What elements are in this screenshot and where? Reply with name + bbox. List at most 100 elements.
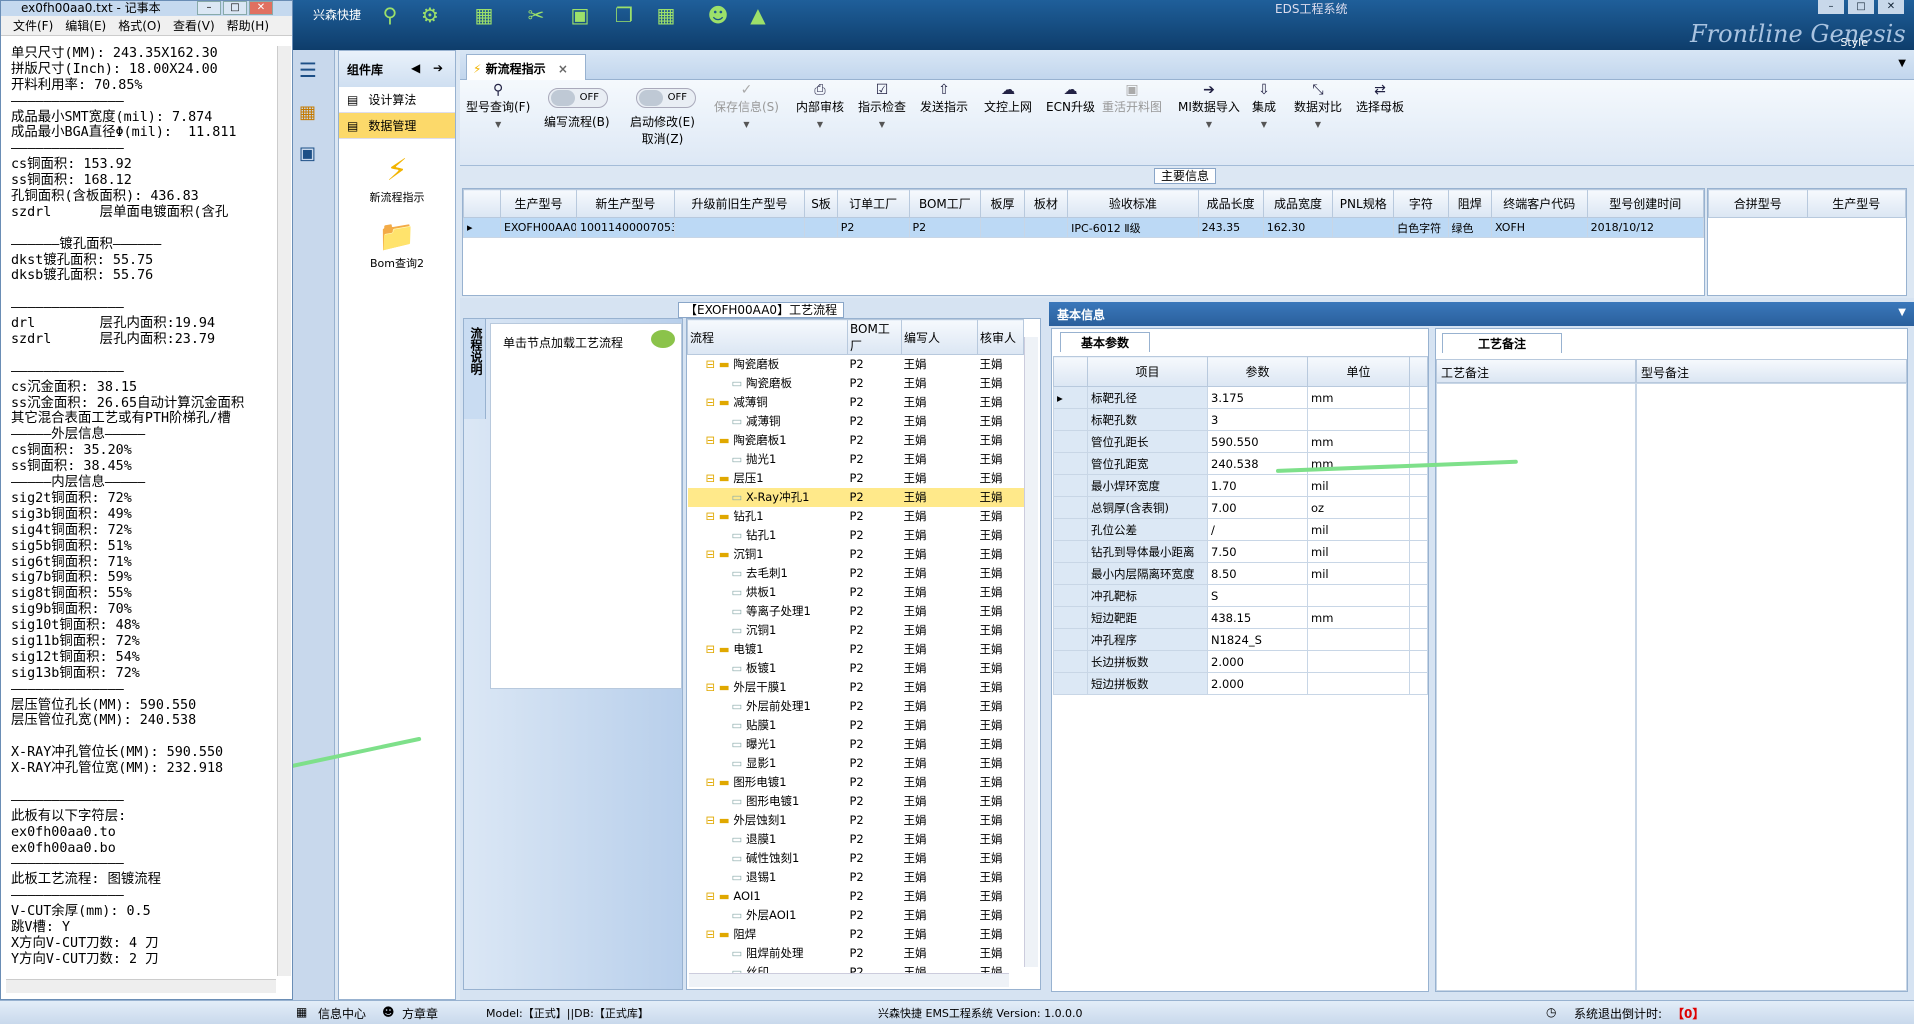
param-value[interactable]: / (1207, 518, 1308, 541)
tab-close-icon[interactable]: × (558, 62, 568, 76)
param-value[interactable]: S (1207, 584, 1308, 607)
copy-icon[interactable]: ❐ (610, 4, 638, 26)
column-header[interactable]: 字符 (1393, 189, 1449, 218)
column-header[interactable]: 成品长度 (1197, 189, 1264, 218)
param-row[interactable]: 最小内层隔离环宽度 8.50 mil (1053, 562, 1428, 585)
tree-row[interactable]: ⊟ ▬ 层压1 P2 王娟 王娟 (688, 469, 1024, 488)
instruction-check-button[interactable]: ☑ 指示检查 ▼ (858, 82, 906, 133)
column-header[interactable]: 型号创建时间 (1586, 189, 1705, 218)
info-center-link[interactable]: 信息中心 (318, 1005, 366, 1022)
table-icon[interactable]: ▦ (652, 4, 680, 26)
notepad-menu-item[interactable]: 帮助(H) (227, 16, 269, 35)
internal-review-button[interactable]: ⎙ 内部审核 ▼ (796, 82, 844, 133)
tab-basic-params[interactable]: 基本参数 (1060, 332, 1150, 352)
close-icon[interactable]: ✕ (1878, 0, 1904, 14)
table-cell[interactable] (980, 217, 1025, 238)
film-icon[interactable]: ▣ (566, 4, 594, 26)
table-cell[interactable]: 10011400007053 (576, 217, 675, 238)
column-header[interactable]: BOM工厂 (908, 189, 982, 218)
param-row[interactable]: ▸ 标靶孔径 3.175 mm (1053, 386, 1428, 409)
chevron-down-icon[interactable]: ▼ (1898, 307, 1906, 318)
integrate-button[interactable]: ⇩ 集成 ▼ (1252, 82, 1276, 133)
table-cell[interactable]: EXOFH00AA0 (499, 217, 578, 238)
param-value[interactable]: 2.000 (1207, 650, 1308, 673)
tree-row[interactable]: ⊟ ▬ 电镀1 P2 王娟 王娟 (688, 640, 1024, 659)
table-cell[interactable]: 白色字符 (1393, 217, 1449, 238)
search-icon[interactable]: ⚲ (376, 4, 404, 26)
table-cell[interactable]: XOFH (1490, 217, 1588, 238)
menu-icon[interactable]: ☰ (299, 58, 328, 82)
tree-row[interactable]: ⊟ ▬ 陶瓷磨板1 P2 王娟 王娟 (688, 431, 1024, 450)
mi-data-import-button[interactable]: ➔ MI数据导入 ▼ (1178, 82, 1240, 133)
table-cell[interactable] (673, 217, 806, 238)
param-row[interactable]: 最小焊环宽度 1.70 mil (1053, 474, 1428, 497)
column-header[interactable]: 升级前旧生产型号 (673, 189, 806, 218)
tree-row[interactable]: ▭ 显影1 P2 王娟 王娟 (688, 754, 1024, 773)
tree-horizontal-scrollbar[interactable] (689, 973, 1009, 987)
select-master-board-button[interactable]: ⇄ 选择母板 (1356, 82, 1404, 116)
tree-row[interactable]: ⊟ ▬ AOI1 P2 王娟 王娟 (688, 887, 1024, 906)
tree-row[interactable]: ⊟ ▬ 阻焊 P2 王娟 王娟 (688, 925, 1024, 944)
param-row[interactable]: 总铜厚(含表铜) 7.00 oz (1053, 496, 1428, 519)
process-notes-textarea[interactable] (1436, 383, 1636, 991)
tree-row[interactable]: ▭ 曝光1 P2 王娟 王娟 (688, 735, 1024, 754)
notepad-maximize-icon[interactable]: □ (223, 1, 247, 15)
column-header[interactable]: PNL规格 (1332, 189, 1395, 218)
notepad-text-area[interactable]: 单只尺寸(MM): 243.35X162.30 拼版尺寸(Inch): 18.00… (11, 46, 276, 976)
column-header[interactable]: 终端客户代码 (1490, 189, 1588, 218)
style-menu[interactable]: Style (1840, 36, 1868, 49)
table-cell[interactable]: 162.30 (1262, 217, 1334, 238)
param-row[interactable]: 钻孔到导体最小距离 7.50 mil (1053, 540, 1428, 563)
tree-row[interactable]: ▭ 碱性蚀刻1 P2 王娟 王娟 (688, 849, 1024, 868)
tree-row[interactable]: ⊟ ▬ 沉铜1 P2 王娟 王娟 (688, 545, 1024, 564)
tree-row[interactable]: ▭ 抛光1 P2 王娟 王娟 (688, 450, 1024, 469)
flow-hint-box[interactable]: 单击节点加载工艺流程 (490, 323, 682, 689)
tab-process-notes[interactable]: 工艺备注 (1442, 333, 1562, 353)
tree-row[interactable]: ⊟ ▬ 外层蚀刻1 P2 王娟 王娟 (688, 811, 1024, 830)
param-row[interactable]: 短边拼板数 2.000 (1053, 672, 1428, 695)
table-cell[interactable]: IPC-6012 Ⅱ级 (1067, 217, 1199, 238)
comp-item-design-algorithm[interactable]: ▤ 设计算法 (339, 87, 455, 113)
param-value[interactable]: N1824_S (1207, 628, 1308, 651)
notepad-minimize-icon[interactable]: – (197, 1, 221, 15)
param-value[interactable]: 7.50 (1207, 540, 1308, 563)
tree-row[interactable]: ▭ 贴膜1 P2 王娟 王娟 (688, 716, 1024, 735)
chart-icon[interactable]: ▲ (744, 4, 772, 26)
notepad-menu-item[interactable]: 查看(V) (173, 16, 215, 35)
model-query-button[interactable]: ⚲ 型号查询(F) ▼ (466, 82, 530, 133)
new-flow-instruction-button[interactable]: ⚡ 新流程指示 (339, 153, 455, 205)
model-notes-textarea[interactable] (1636, 383, 1907, 991)
notepad-close-icon[interactable]: ✕ (249, 1, 273, 15)
start-modify-toggle[interactable]: OFF (636, 88, 696, 108)
save-info-button[interactable]: ✓ 保存信息(S) ▼ (714, 82, 779, 133)
notepad-horizontal-scrollbar[interactable] (6, 979, 276, 993)
param-row[interactable]: 短边靶距 438.15 mm (1053, 606, 1428, 629)
tree-row[interactable]: ▭ 阻焊前处理 P2 王娟 王娟 (688, 944, 1024, 963)
tree-row[interactable]: ▭ 沉铜1 P2 王娟 王娟 (688, 621, 1024, 640)
column-header[interactable]: 验收标准 (1067, 189, 1199, 218)
table-cell[interactable] (1332, 217, 1395, 238)
edit-flow-toggle[interactable]: OFF (548, 88, 608, 108)
param-row[interactable]: 管位孔距宽 240.538 mm (1053, 452, 1428, 475)
table-cell[interactable]: P2 (908, 217, 982, 238)
table-cell[interactable]: P2 (836, 217, 910, 238)
tree-row[interactable]: ▭ 等离子处理1 P2 王娟 王娟 (688, 602, 1024, 621)
send-instruction-button[interactable]: ⇧ 发送指示 (920, 82, 968, 116)
tree-row[interactable]: ▭ 退膜1 P2 王娟 王娟 (688, 830, 1024, 849)
param-row[interactable]: 管位孔距长 590.550 mm (1053, 430, 1428, 453)
tree-row[interactable]: ⊟ ▬ 钻孔1 P2 王娟 王娟 (688, 507, 1024, 526)
tree-row[interactable]: ▭ 烘板1 P2 王娟 王娟 (688, 583, 1024, 602)
param-value[interactable]: 1.70 (1207, 474, 1308, 497)
bom-query-button[interactable]: 📁 Bom查询2 (339, 219, 455, 271)
redo-cutting-diagram-button[interactable]: ▣ 重活开料图 (1102, 82, 1162, 116)
prev-icon[interactable]: ◀ (411, 61, 420, 75)
gear-icon[interactable]: ⚙ (416, 4, 444, 26)
maximize-icon[interactable]: □ (1848, 0, 1874, 14)
tree-row[interactable]: ▭ 外层前处理1 P2 王娟 王娟 (688, 697, 1024, 716)
table-cell[interactable]: 绿色 (1447, 217, 1492, 238)
ecn-upgrade-button[interactable]: ☁ ECN升级 (1046, 82, 1095, 116)
column-header[interactable]: 阻焊 (1447, 189, 1492, 218)
module-icon[interactable]: ▦ (299, 102, 328, 123)
param-row[interactable]: 长边拼板数 2.000 (1053, 650, 1428, 673)
column-header[interactable]: 板厚 (980, 189, 1025, 218)
